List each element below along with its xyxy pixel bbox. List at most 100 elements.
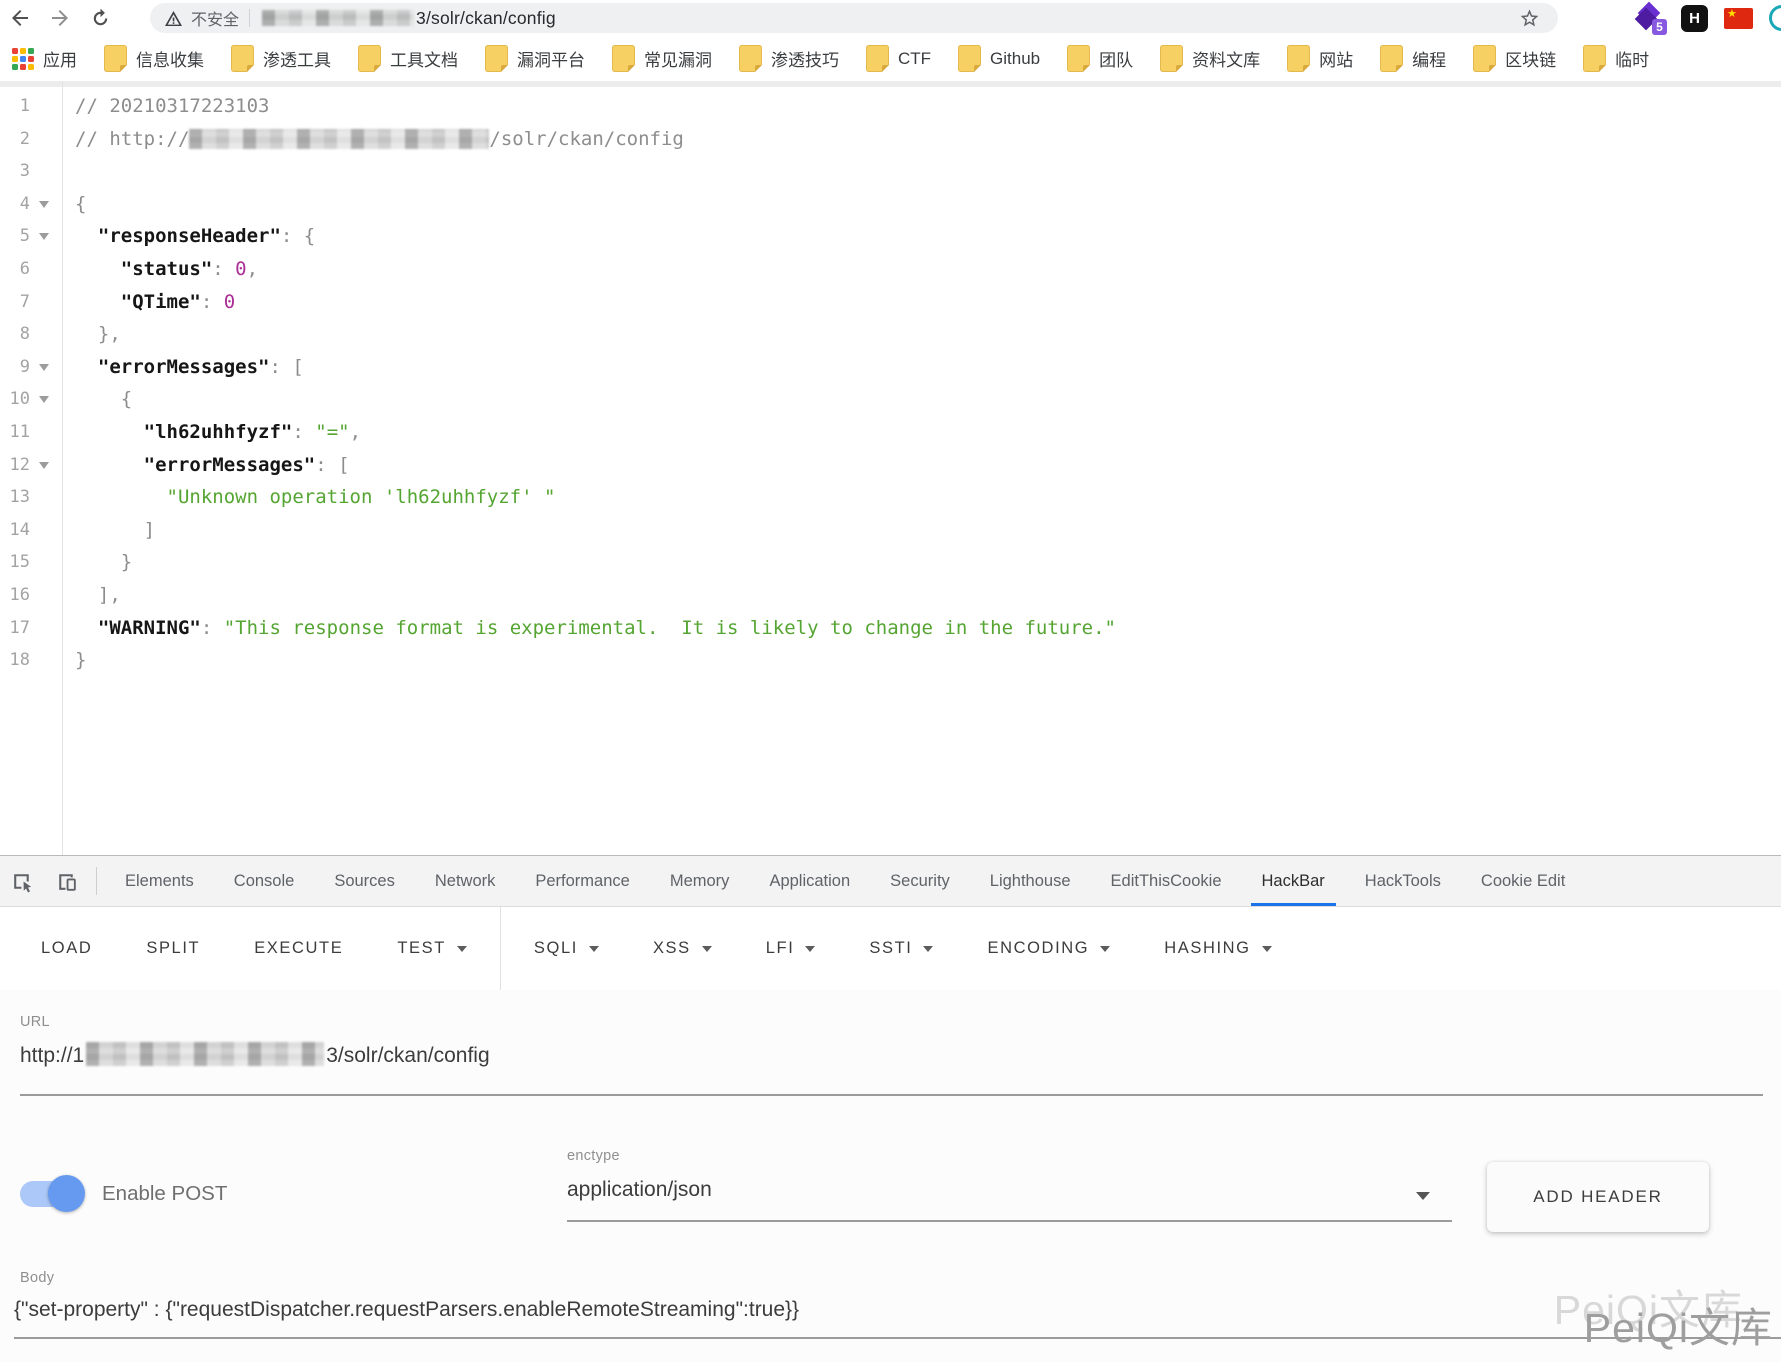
fold-cell xyxy=(30,253,62,286)
devtools-tab-security[interactable]: Security xyxy=(870,856,970,906)
bookmarks-bar: 应用 信息收集渗透工具 工具文档 漏洞平台常见漏洞渗透技巧 CTF Github 团队资料… xyxy=(0,36,1781,82)
profile-avatar-partial[interactable] xyxy=(1769,5,1781,31)
code-text: // 20210317223103 xyxy=(62,90,1781,123)
hackbar-button-hashing[interactable]: HASHING xyxy=(1137,907,1298,990)
button-label: SQLI xyxy=(534,939,578,958)
line-number: 11 xyxy=(0,416,30,449)
line-number: 16 xyxy=(0,579,30,612)
bookmark-folder-CTF[interactable]: CTF xyxy=(866,45,931,72)
bookmark-folder-工具文档[interactable]: 工具文档 xyxy=(358,45,458,72)
bookmark-folder-区块链[interactable]: 区块链 xyxy=(1473,45,1556,72)
watermark: PeiQi文库 xyxy=(1584,1294,1773,1354)
code-segment: { xyxy=(75,193,86,215)
code-segment xyxy=(75,454,144,476)
code-segment xyxy=(75,258,121,280)
code-segment: "=" xyxy=(315,421,349,443)
enable-post-toggle[interactable] xyxy=(20,1178,82,1210)
devtools-tab-hacktools[interactable]: HackTools xyxy=(1345,856,1461,906)
extension-hacktools-icon[interactable]: H xyxy=(1681,5,1708,32)
devtools-tab-sources[interactable]: Sources xyxy=(314,856,415,906)
bookmark-folder-Github[interactable]: Github xyxy=(958,45,1040,72)
forward-button[interactable] xyxy=(40,1,80,35)
code-text: "WARNING": "This response format is expe… xyxy=(62,612,1781,645)
hackbar-button-split[interactable]: SPLIT xyxy=(119,907,227,990)
extension-purple-icon[interactable]: 5 xyxy=(1635,3,1665,33)
extensions-area: 5 H ★ xyxy=(1635,0,1781,36)
collapse-triangle-icon[interactable] xyxy=(39,462,49,469)
folder-icon xyxy=(612,45,635,72)
hackbar-button-ssti[interactable]: SSTI xyxy=(842,907,960,990)
dropdown-caret-icon xyxy=(1100,946,1110,952)
bookmark-folder-常见漏洞[interactable]: 常见漏洞 xyxy=(612,45,712,72)
collapse-triangle-icon[interactable] xyxy=(39,364,49,371)
collapse-triangle-icon[interactable] xyxy=(39,396,49,403)
hackbar-button-xss[interactable]: XSS xyxy=(626,907,739,990)
code-text: "errorMessages": [ xyxy=(62,449,1781,482)
bookmark-folder-资料文库[interactable]: 资料文库 xyxy=(1160,45,1260,72)
json-line-17: 17 "WARNING": "This response format is e… xyxy=(0,612,1781,645)
back-button[interactable] xyxy=(0,1,40,35)
url-field-label: URL xyxy=(20,1014,50,1030)
dropdown-caret-icon xyxy=(1262,946,1272,952)
code-text: }, xyxy=(62,318,1781,351)
collapse-triangle-icon[interactable] xyxy=(39,201,49,208)
url-field-value[interactable]: http://13/solr/ckan/config xyxy=(20,1042,490,1068)
body-field-value[interactable]: {"set-property" : {"requestDispatcher.re… xyxy=(14,1298,799,1322)
devtools-tab-hackbar[interactable]: HackBar xyxy=(1242,856,1345,906)
reload-button[interactable] xyxy=(80,1,120,35)
line-number: 9 xyxy=(0,351,30,384)
code-segment: : xyxy=(292,421,315,443)
devtools-tab-network[interactable]: Network xyxy=(415,856,516,906)
enctype-select-value[interactable]: application/json xyxy=(567,1178,712,1202)
inspect-element-button[interactable] xyxy=(0,856,44,906)
inspect-cursor-icon xyxy=(10,869,35,894)
bookmark-folder-团队[interactable]: 团队 xyxy=(1067,45,1133,72)
devtools-tab-performance[interactable]: Performance xyxy=(515,856,649,906)
bookmark-star-button[interactable] xyxy=(1519,8,1540,29)
button-label: SSTI xyxy=(869,939,912,958)
bookmark-folder-渗透工具[interactable]: 渗透工具 xyxy=(231,45,331,72)
devtools-tab-cookie-edit[interactable]: Cookie Edit xyxy=(1461,856,1585,906)
hackbar-button-lfi[interactable]: LFI xyxy=(739,907,843,990)
json-line-5: 5 "responseHeader": { xyxy=(0,220,1781,253)
bookmark-folder-临时[interactable]: 临时 xyxy=(1583,45,1649,72)
json-line-1: 1// 20210317223103 xyxy=(0,90,1781,123)
bookmark-folder-渗透技巧[interactable]: 渗透技巧 xyxy=(739,45,839,72)
hackbar-button-sqli[interactable]: SQLI xyxy=(507,907,626,990)
code-text: "QTime": 0 xyxy=(62,286,1781,319)
bookmark-label: 工具文档 xyxy=(390,46,458,71)
folder-icon xyxy=(1583,45,1606,72)
collapse-triangle-icon[interactable] xyxy=(39,233,49,240)
line-number: 17 xyxy=(0,612,30,645)
bookmark-folder-信息收集[interactable]: 信息收集 xyxy=(104,45,204,72)
body-field-underline xyxy=(14,1337,1781,1339)
button-label: LFI xyxy=(766,939,795,958)
enctype-dropdown-caret-icon[interactable] xyxy=(1416,1192,1430,1200)
code-segment: : [ xyxy=(315,454,349,476)
bookmark-apps[interactable]: 应用 xyxy=(12,46,77,71)
devtools-tab-elements[interactable]: Elements xyxy=(105,856,214,906)
hackbar-button-load[interactable]: LOAD xyxy=(14,907,119,990)
devtools-tab-application[interactable]: Application xyxy=(749,856,870,906)
code-lines: 1// 202103172231032// http:///solr/ckan/… xyxy=(0,87,1781,677)
bookmark-folder-网站[interactable]: 网站 xyxy=(1287,45,1353,72)
device-toolbar-icon xyxy=(54,869,79,894)
code-segment xyxy=(75,291,121,313)
hackbar-button-test[interactable]: TEST xyxy=(370,907,494,990)
extension-flag-icon[interactable]: ★ xyxy=(1724,8,1753,29)
bookmark-label: 应用 xyxy=(43,46,77,71)
line-number: 6 xyxy=(0,253,30,286)
devtools-tab-console[interactable]: Console xyxy=(214,856,315,906)
device-toolbar-button[interactable] xyxy=(44,856,88,906)
add-header-button[interactable]: ADD HEADER xyxy=(1487,1162,1709,1232)
hackbar-button-execute[interactable]: EXECUTE xyxy=(227,907,370,990)
devtools-tab-editthiscookie[interactable]: EditThisCookie xyxy=(1091,856,1242,906)
line-number: 18 xyxy=(0,644,30,677)
devtools-tab-memory[interactable]: Memory xyxy=(650,856,750,906)
bookmark-folder-编程[interactable]: 编程 xyxy=(1380,45,1446,72)
bookmark-folder-漏洞平台[interactable]: 漏洞平台 xyxy=(485,45,585,72)
redacted-host-blur xyxy=(86,1042,324,1066)
devtools-tab-lighthouse[interactable]: Lighthouse xyxy=(970,856,1091,906)
hackbar-button-encoding[interactable]: ENCODING xyxy=(960,907,1137,990)
address-bar[interactable]: 不安全 3/solr/ckan/config xyxy=(150,3,1558,33)
